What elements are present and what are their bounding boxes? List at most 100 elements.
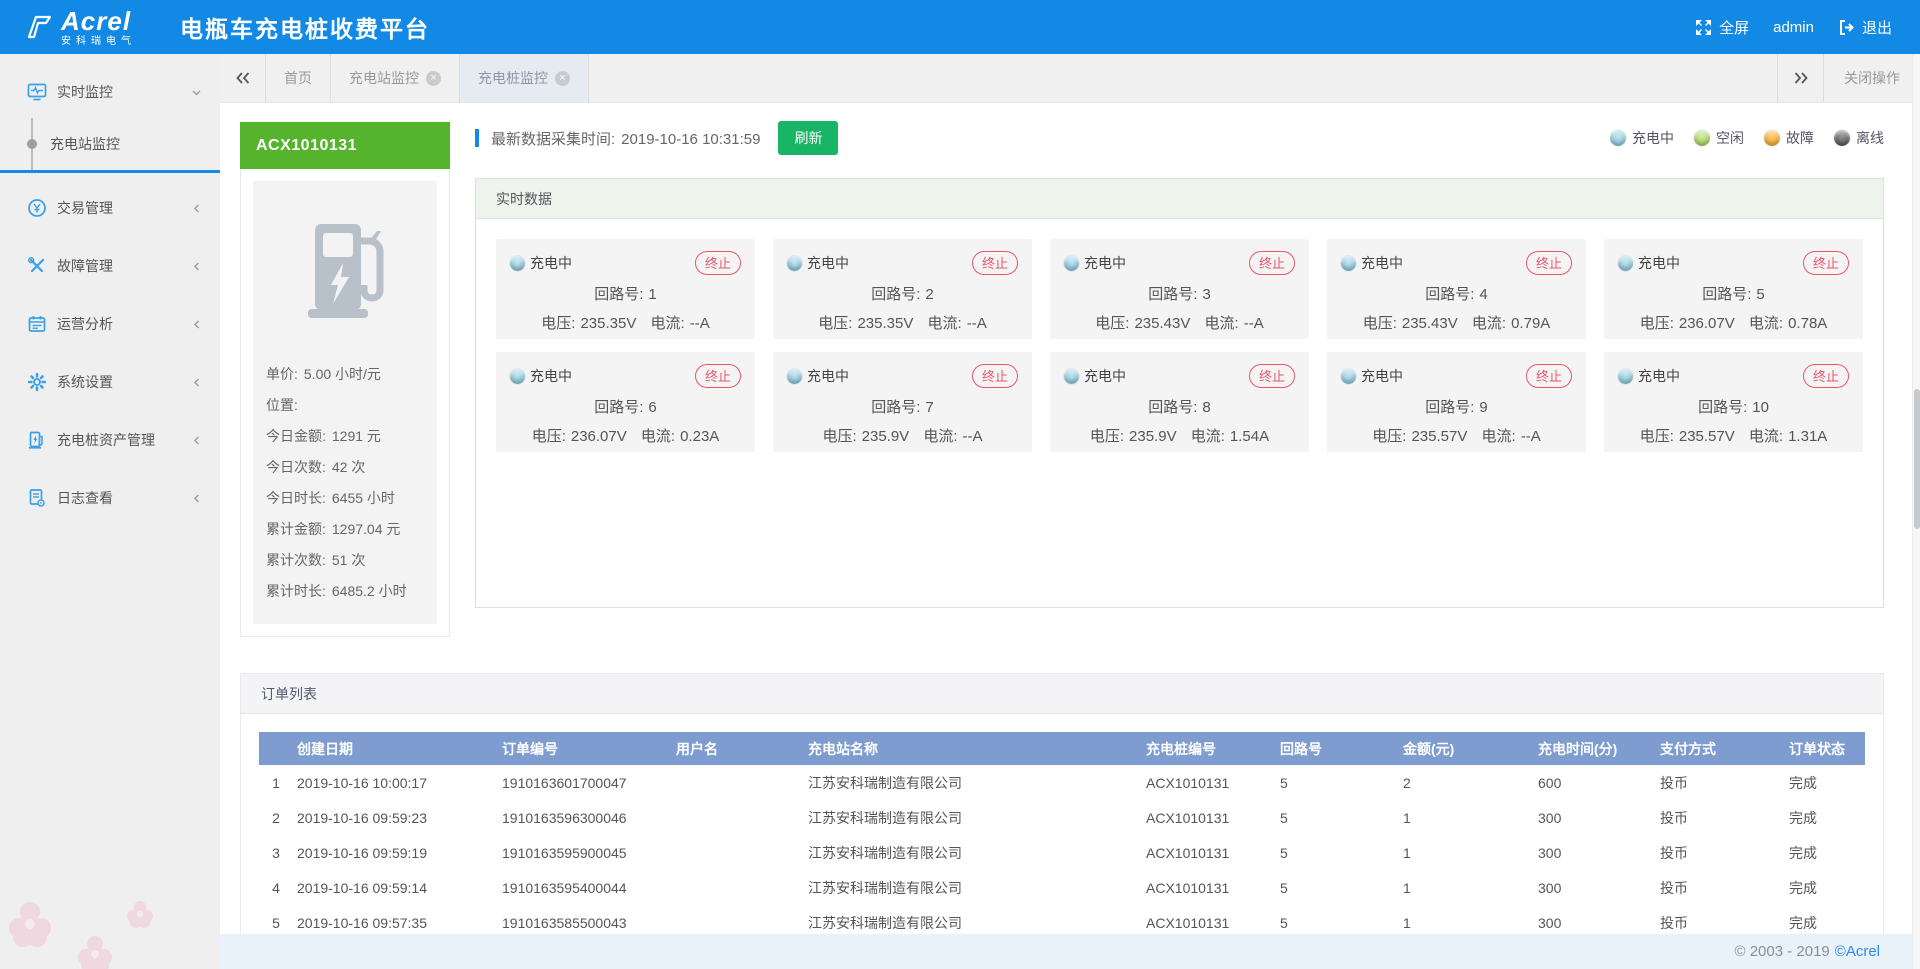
orders-table: 创建日期 订单编号 用户名 充电站名称 充电桩编号 回路号 金额(元) 充电时间… [259, 732, 1865, 934]
tab-bar: 首页 充电站监控 × 充电桩监控 × 关闭操作 [220, 54, 1920, 103]
chevron-left-icon [191, 493, 202, 504]
sidebar-subitem-station-monitor[interactable]: 充电站监控 [0, 118, 220, 170]
circuit-number: 回路号:2 [787, 283, 1018, 304]
cell-order-status: 完成 [1785, 765, 1865, 800]
sidebar-item-label: 交易管理 [57, 198, 113, 218]
cell-charge-minutes: 300 [1534, 800, 1656, 835]
circuit-metrics: 电压:236.07V 电流:0.23A [510, 425, 741, 446]
sidebar-item-pile-assets[interactable]: 充电桩资产管理 [0, 411, 220, 469]
cell-pile-no: ACX1010131 [1142, 905, 1276, 934]
app-window: Acrel 安科瑞电气 电瓶车充电桩收费平台 全屏 admin 退出 [0, 0, 1920, 969]
stat-today-count: 今日次数:42 次 [266, 452, 424, 483]
sidebar-item-settings[interactable]: 系统设置 [0, 353, 220, 411]
realtime-panel-title: 实时数据 [476, 179, 1883, 219]
terminate-button[interactable]: 终止 [1249, 251, 1295, 275]
tab-pile-monitor[interactable]: 充电桩监控 × [460, 54, 589, 102]
circuit-metrics: 电压:236.07V 电流:0.78A [1618, 312, 1849, 333]
circuit-card-grid: 充电中 终止 回路号:1 电压:235.35V [476, 219, 1883, 472]
refresh-button[interactable]: 刷新 [778, 121, 838, 155]
sidebar-item-analytics[interactable]: 运营分析 [0, 295, 220, 353]
circuit-number: 回路号:9 [1341, 396, 1572, 417]
legend-offline: 离线 [1834, 128, 1884, 148]
cell-pay-method: 投币 [1656, 800, 1785, 835]
charging-status-dot [787, 256, 802, 271]
col-amount: 金额(元) [1399, 732, 1534, 765]
legend-charging: 充电中 [1610, 128, 1674, 148]
terminate-button[interactable]: 终止 [972, 364, 1018, 388]
logout-button[interactable]: 退出 [1838, 17, 1892, 38]
circuit-metrics: 电压:235.43V 电流:--A [1064, 312, 1295, 333]
cell-pay-method: 投币 [1656, 905, 1785, 934]
scrollbar-thumb[interactable] [1914, 389, 1920, 529]
cell-pay-method: 投币 [1656, 870, 1785, 905]
stat-unit-price: 单价:5.00 小时/元 [266, 359, 424, 390]
double-chevron-right-icon [1794, 72, 1808, 84]
circuit-number: 回路号:3 [1064, 283, 1295, 304]
cell-circuit-no: 5 [1276, 835, 1399, 870]
sidebar: 实时监控 充电站监控 交易管理 [0, 54, 220, 969]
sidebar-active-divider [0, 170, 220, 173]
terminate-button[interactable]: 终止 [1249, 364, 1295, 388]
terminate-button[interactable]: 终止 [1803, 251, 1849, 275]
tab-station-monitor[interactable]: 充电站监控 × [331, 54, 460, 102]
fullscreen-icon [1695, 19, 1712, 36]
circuit-metrics: 电压:235.57V 电流:1.31A [1618, 425, 1849, 446]
sidebar-item-realtime-monitor[interactable]: 实时监控 [0, 66, 220, 118]
order-list-section: 订单列表 创建日期 订单编号 用户名 [240, 673, 1884, 934]
table-row[interactable]: 3 2019-10-16 09:59:19 1910163595900045 江… [259, 835, 1865, 870]
table-row[interactable]: 5 2019-10-16 09:57:35 1910163585500043 江… [259, 905, 1865, 934]
col-username: 用户名 [672, 732, 804, 765]
tabs-scroll-left-button[interactable] [220, 54, 266, 102]
terminate-button[interactable]: 终止 [1803, 364, 1849, 388]
tab-close-icon[interactable]: × [555, 71, 570, 86]
tab-home[interactable]: 首页 [266, 54, 331, 102]
tab-label: 首页 [284, 68, 312, 88]
footer-brand-link[interactable]: ©Acrel [1835, 943, 1880, 960]
table-row[interactable]: 4 2019-10-16 09:59:14 1910163595400044 江… [259, 870, 1865, 905]
circuit-status: 充电中 [1064, 366, 1126, 386]
cell-create-date: 2019-10-16 09:59:23 [293, 800, 498, 835]
circuit-card: 充电中 终止 回路号:8 电压:235.9V [1050, 352, 1309, 452]
col-index [259, 732, 293, 765]
cell-order-status: 完成 [1785, 835, 1865, 870]
decorative-flowers [0, 819, 190, 969]
circuit-status: 充电中 [1064, 253, 1126, 273]
cell-charge-minutes: 300 [1534, 870, 1656, 905]
logo-subtext: 安科瑞电气 [61, 37, 136, 47]
charging-status-dot [1341, 256, 1356, 271]
tab-label: 充电站监控 [349, 68, 419, 88]
cell-station-name: 江苏安科瑞制造有限公司 [804, 870, 1142, 905]
tab-close-icon[interactable]: × [426, 71, 441, 86]
sidebar-item-logs[interactable]: 日志查看 [0, 469, 220, 527]
username: admin [1773, 19, 1814, 36]
user-menu[interactable]: admin [1773, 19, 1814, 36]
table-row[interactable]: 1 2019-10-16 10:00:17 1910163601700047 江… [259, 765, 1865, 800]
terminate-button[interactable]: 终止 [695, 364, 741, 388]
cell-circuit-no: 5 [1276, 905, 1399, 934]
vertical-scrollbar[interactable] [1912, 54, 1920, 969]
circuit-card: 充电中 终止 回路号:9 电压:235.57V [1327, 352, 1586, 452]
toolbar: 最新数据采集时间:2019-10-16 10:31:59 刷新 充电中 空闲 故… [475, 122, 1884, 154]
terminate-button[interactable]: 终止 [1526, 251, 1572, 275]
sidebar-item-faults[interactable]: 故障管理 [0, 237, 220, 295]
idle-status-dot [1694, 130, 1710, 146]
terminate-button[interactable]: 终止 [972, 251, 1018, 275]
stat-location: 位置: [266, 390, 424, 421]
circuit-number: 回路号:5 [1618, 283, 1849, 304]
terminate-button[interactable]: 终止 [695, 251, 741, 275]
circuit-number: 回路号:4 [1341, 283, 1572, 304]
col-order-no: 订单编号 [498, 732, 672, 765]
content-area: ACX1010131 [220, 103, 1920, 934]
sidebar-item-label: 系统设置 [57, 372, 113, 392]
sidebar-item-transactions[interactable]: 交易管理 [0, 179, 220, 237]
close-operations-button[interactable]: 关闭操作 [1823, 54, 1920, 102]
order-list-title: 订单列表 [241, 674, 1883, 714]
circuit-number: 回路号:10 [1618, 396, 1849, 417]
tabs-scroll-right-button[interactable] [1777, 54, 1823, 102]
table-row[interactable]: 2 2019-10-16 09:59:23 1910163596300046 江… [259, 800, 1865, 835]
terminate-button[interactable]: 终止 [1526, 364, 1572, 388]
circuit-card: 充电中 终止 回路号:6 电压:236.07V [496, 352, 755, 452]
page-title: 电瓶车充电桩收费平台 [180, 10, 430, 44]
cell-pay-method: 投币 [1656, 765, 1785, 800]
fullscreen-button[interactable]: 全屏 [1695, 17, 1749, 38]
